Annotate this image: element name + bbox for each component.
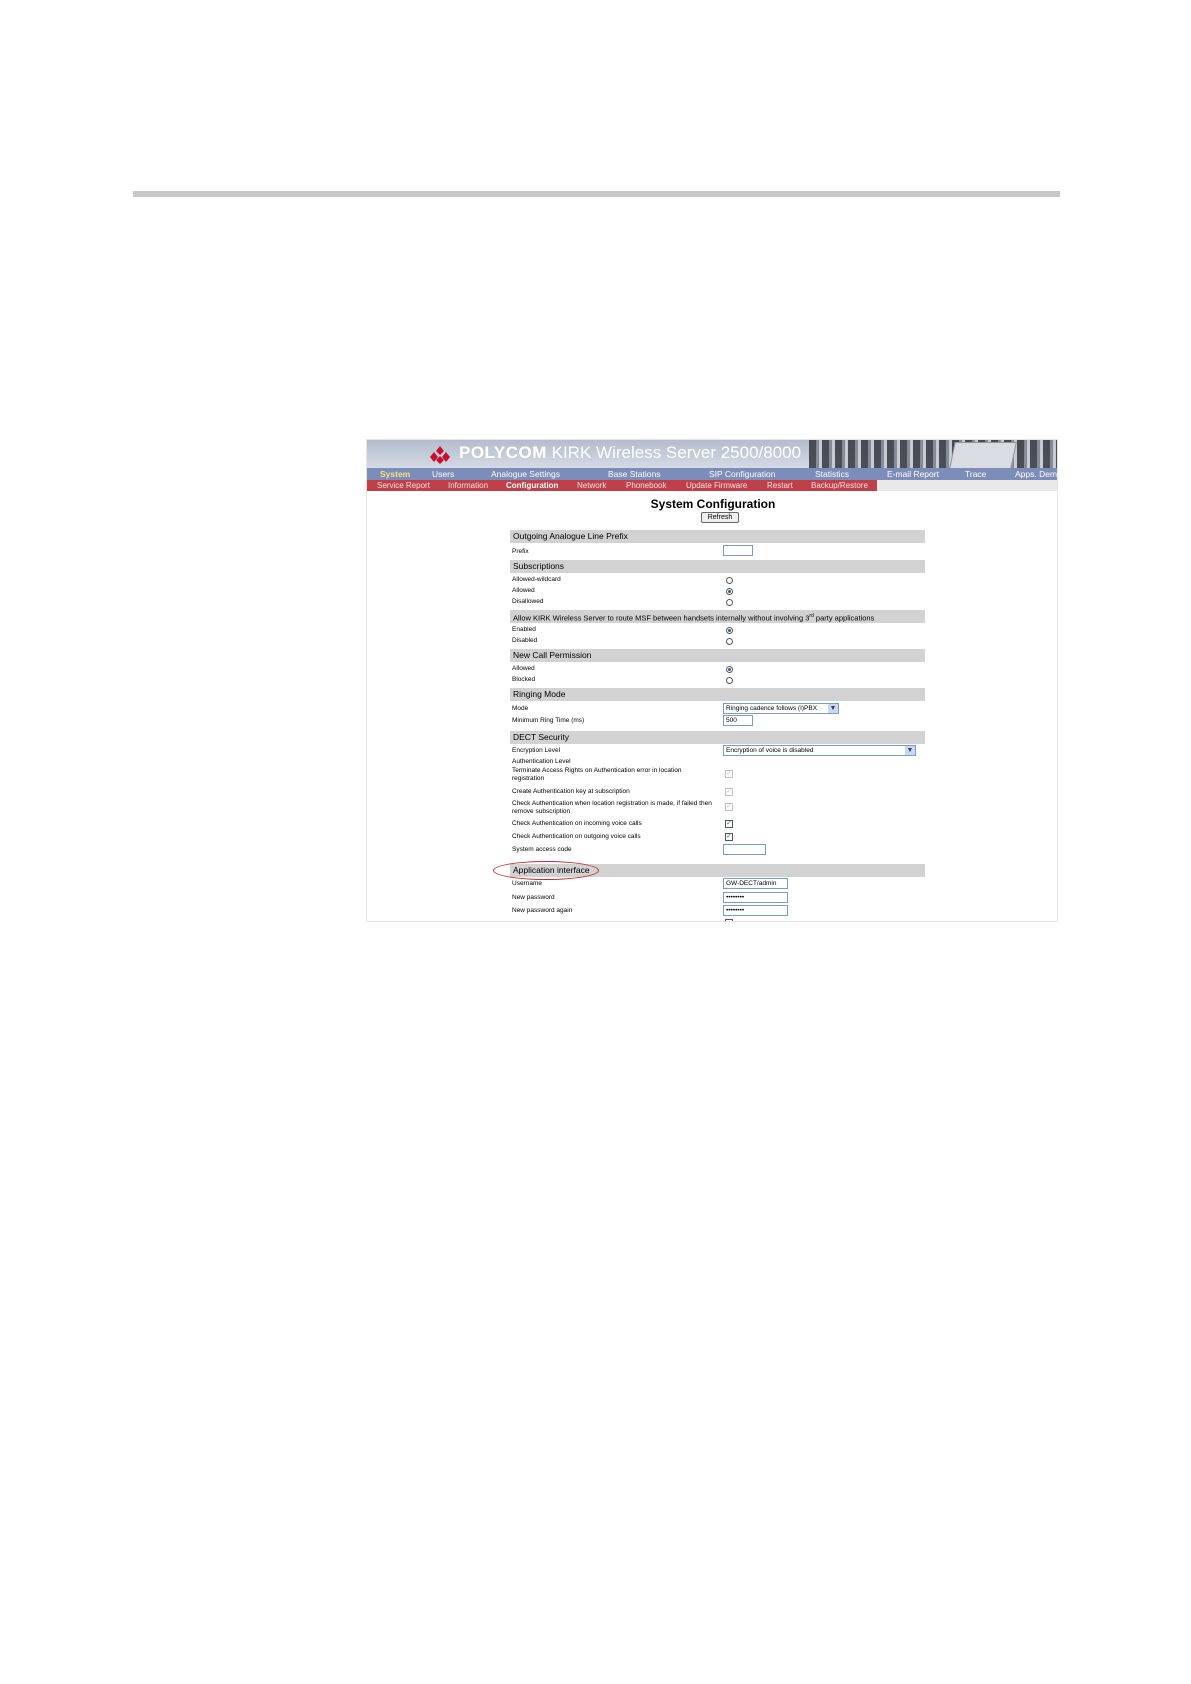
min-ring-time-label: Minimum Ring Time (ms) (512, 717, 585, 724)
section-new-call: New Call Permission (510, 649, 925, 662)
nav-analogue-settings[interactable]: Analogue Settings (491, 469, 560, 479)
main-nav: System Users Analogue Settings Base Stat… (367, 468, 1057, 480)
terminate-access-checkbox[interactable]: ✓ (725, 770, 733, 778)
nav-base-stations[interactable]: Base Stations (608, 469, 660, 479)
ringing-mode-select[interactable]: Ringing cadence follows (I)PBX ▼ (723, 703, 839, 714)
new-call-option-label: Blocked (512, 676, 536, 683)
system-access-code-label: System access code (512, 846, 572, 853)
create-key-checkbox[interactable]: ✓ (725, 788, 733, 796)
route-msf-enabled-radio[interactable] (726, 627, 733, 634)
new-call-option-label: Allowed (512, 665, 535, 672)
subnav-network[interactable]: Network (577, 481, 606, 490)
nav-apps-demo[interactable]: Apps. Demo (1015, 469, 1057, 479)
subnav-restart[interactable]: Restart (767, 481, 793, 490)
prefix-input[interactable] (723, 545, 753, 556)
sub-nav: Service Report Information Configuration… (367, 480, 877, 491)
encryption-level-label: Encryption Level (512, 747, 561, 754)
chevron-down-icon: ▼ (905, 746, 915, 755)
subnav-backup-restore[interactable]: Backup/Restore (811, 481, 868, 490)
route-msf-title: Allow KIRK Wireless Server to route MSF … (513, 613, 810, 623)
section-dect-security: DECT Security (510, 731, 925, 744)
highlight-ellipse (493, 861, 599, 880)
subscriptions-option-label: Allowed-wildcard (512, 576, 561, 583)
subscriptions-allowed-radio[interactable] (726, 588, 733, 595)
page-header-rule (133, 191, 1060, 197)
cut-off-checkbox[interactable] (725, 919, 733, 921)
check-outgoing-label: Check Authentication on outgoing voice c… (512, 833, 641, 840)
polycom-logo-icon (430, 446, 450, 464)
route-msf-option-label: Enabled (512, 626, 536, 633)
sub-nav-filler (877, 480, 1057, 491)
ringing-mode-label: Mode (512, 705, 529, 712)
new-call-blocked-radio[interactable] (726, 677, 733, 684)
route-msf-disabled-radio[interactable] (726, 638, 733, 645)
handset-image (949, 442, 1017, 469)
create-key-label: Create Authentication key at subscriptio… (512, 788, 630, 795)
subscriptions-allowed-wildcard-radio[interactable] (726, 577, 733, 584)
nav-email-report[interactable]: E-mail Report (887, 469, 939, 479)
nav-system[interactable]: System (380, 469, 410, 479)
hardware-image (809, 440, 1057, 468)
check-incoming-label: Check Authentication on incoming voice c… (512, 820, 642, 827)
subscriptions-option-label: Allowed (512, 587, 535, 594)
check-incoming-checkbox[interactable]: ✓ (725, 820, 733, 828)
check-outgoing-checkbox[interactable]: ✓ (725, 833, 733, 841)
brand-title: POLYCOM KIRK Wireless Server 2500/8000 (459, 443, 802, 462)
nav-users[interactable]: Users (432, 469, 454, 479)
page-title: System Configuration (650, 497, 776, 511)
system-access-code-input[interactable] (723, 844, 766, 855)
encryption-level-value: Encryption of voice is disabled (726, 747, 814, 754)
chevron-down-icon: ▼ (828, 704, 838, 713)
subnav-phonebook[interactable]: Phonebook (626, 481, 666, 490)
terminate-access-label: Terminate Access Rights on Authenticatio… (512, 767, 682, 782)
new-call-allowed-radio[interactable] (726, 666, 733, 673)
section-route-msf: Allow KIRK Wireless Server to route MSF … (510, 610, 925, 623)
new-password-again-label: New password again (512, 907, 573, 914)
section-outgoing-prefix: Outgoing Analogue Line Prefix (510, 530, 925, 543)
nav-sip-configuration[interactable]: SIP Configuration (709, 469, 775, 479)
username-label: Username (512, 880, 542, 887)
encryption-level-select[interactable]: Encryption of voice is disabled ▼ (723, 745, 916, 756)
route-msf-option-label: Disabled (512, 637, 538, 644)
check-location-label: Check Authentication when location regis… (512, 800, 712, 815)
prefix-label: Prefix (512, 548, 529, 555)
new-password-input[interactable]: •••••••• (723, 892, 788, 903)
subnav-information[interactable]: Information (448, 481, 488, 490)
browser-screenshot: POLYCOM KIRK Wireless Server 2500/8000 S… (366, 439, 1058, 922)
route-msf-title-tail: party applications (813, 613, 875, 623)
subscriptions-disallowed-radio[interactable] (726, 599, 733, 606)
min-ring-time-input[interactable]: 500 (723, 715, 753, 726)
ringing-mode-value: Ringing cadence follows (I)PBX (726, 705, 818, 712)
subnav-update-firmware[interactable]: Update Firmware (686, 481, 747, 490)
refresh-button[interactable]: Refresh (701, 512, 739, 523)
banner: POLYCOM KIRK Wireless Server 2500/8000 (367, 440, 1057, 469)
subnav-configuration[interactable]: Configuration (506, 481, 558, 490)
subscriptions-option-label: Disallowed (512, 598, 544, 605)
authentication-level-label: Authentication Level (512, 758, 571, 765)
nav-statistics[interactable]: Statistics (815, 469, 849, 479)
username-input[interactable]: GW-DECT/admin (723, 878, 788, 889)
section-subscriptions: Subscriptions (510, 560, 925, 573)
check-location-checkbox[interactable]: ✓ (725, 803, 733, 811)
section-ringing-mode: Ringing Mode (510, 688, 925, 701)
nav-trace[interactable]: Trace (965, 469, 986, 479)
subnav-service-report[interactable]: Service Report (377, 481, 430, 490)
new-password-label: New password (512, 894, 555, 901)
new-password-again-input[interactable]: •••••••• (723, 905, 788, 916)
